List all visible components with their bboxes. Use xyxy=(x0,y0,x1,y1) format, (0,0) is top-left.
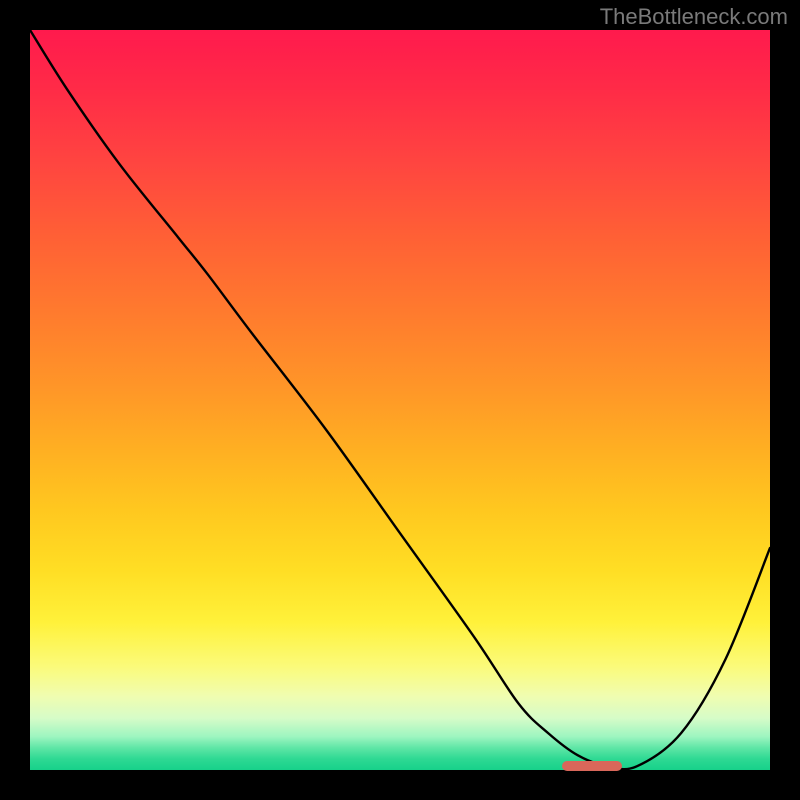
bottleneck-curve xyxy=(30,30,770,770)
watermark: TheBottleneck.com xyxy=(600,4,788,30)
optimal-marker xyxy=(562,761,622,771)
chart-plot-area xyxy=(30,30,770,770)
